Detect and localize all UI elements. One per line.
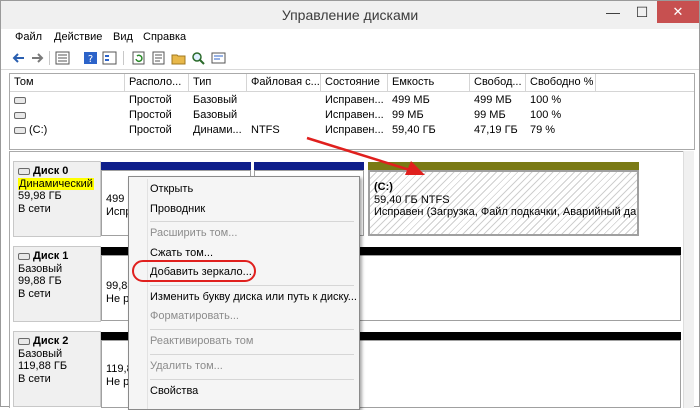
disk-management-window: Управление дисками — ☐ ✕ Файл Действие В… (0, 0, 700, 410)
red-arrow-annotation (306, 136, 425, 175)
